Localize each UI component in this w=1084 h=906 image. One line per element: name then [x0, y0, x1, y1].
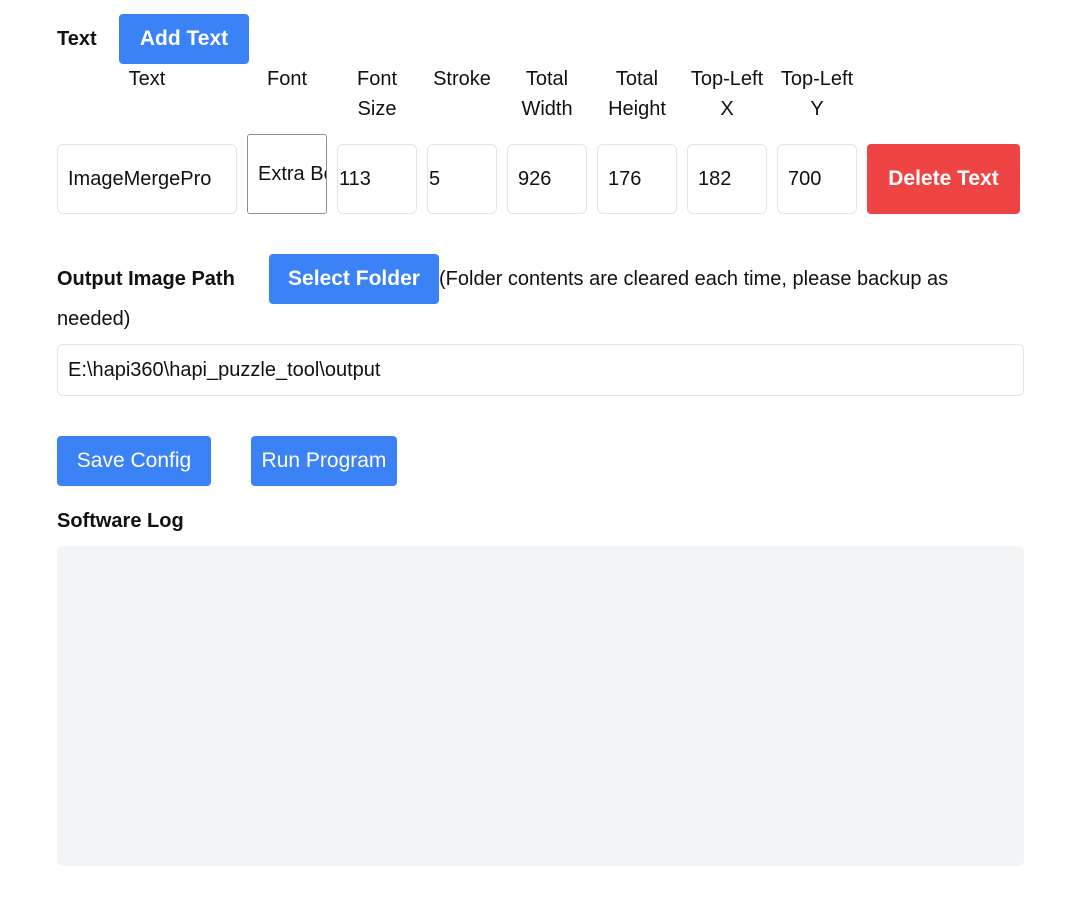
- stroke-input[interactable]: [427, 144, 497, 214]
- column-header-top-left-y: Top-Left Y: [780, 68, 854, 120]
- run-program-button[interactable]: Run Program: [251, 436, 397, 486]
- font-size-input[interactable]: [337, 144, 417, 214]
- column-header-font-size: Font Size: [356, 68, 398, 120]
- output-path-input[interactable]: [57, 344, 1024, 396]
- text-section-label: Text: [57, 28, 97, 50]
- top-left-y-input[interactable]: [777, 144, 857, 214]
- output-note-continued: needed): [57, 308, 131, 330]
- top-left-x-input[interactable]: [687, 144, 767, 214]
- output-path-label: Output Image Path: [57, 268, 235, 290]
- delete-text-button[interactable]: Delete Text: [867, 144, 1020, 214]
- column-header-stroke: Stroke: [433, 68, 491, 90]
- total-width-input[interactable]: [507, 144, 587, 214]
- column-header-total-width: Total Width: [521, 68, 573, 120]
- output-note: (Folder contents are cleared each time, …: [439, 268, 949, 290]
- column-header-top-left-x: Top-Left X: [690, 68, 764, 120]
- software-log-label: Software Log: [57, 510, 184, 532]
- column-header-total-height: Total Height: [608, 68, 666, 120]
- add-text-button[interactable]: Add Text: [119, 14, 249, 64]
- text-content-input[interactable]: [57, 144, 237, 214]
- column-header-font: Font: [266, 68, 308, 90]
- column-header-text: Text: [128, 68, 166, 90]
- total-height-input[interactable]: [597, 144, 677, 214]
- select-folder-button[interactable]: Select Folder: [269, 254, 439, 304]
- font-select[interactable]: Extra Bold: [247, 134, 327, 214]
- software-log-area[interactable]: [57, 546, 1024, 866]
- save-config-button[interactable]: Save Config: [57, 436, 211, 486]
